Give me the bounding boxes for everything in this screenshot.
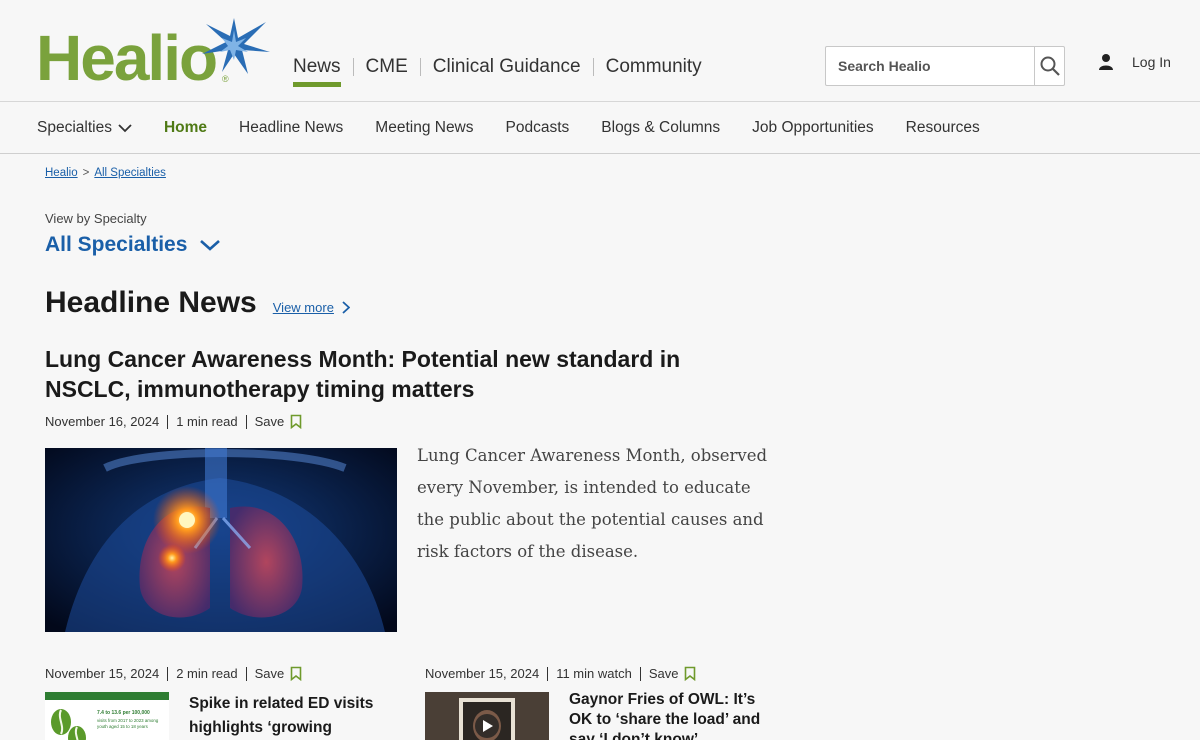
chevron-right-icon <box>342 301 350 314</box>
subnav-label: Specialties <box>37 119 112 136</box>
nav-divider <box>419 58 421 76</box>
read-time: 1 min read <box>176 414 238 429</box>
card-thumbnail[interactable]: The rates of caffeine-related ED visits … <box>45 692 169 740</box>
bookmark-icon <box>685 666 696 681</box>
thumb-heading: The rates of caffeine-related ED visits … <box>61 693 153 698</box>
logo-star-icon <box>202 18 270 74</box>
article-date: November 16, 2024 <box>45 414 160 429</box>
section-header: Headline News View more <box>45 286 350 320</box>
subnav-specialties[interactable]: Specialties <box>37 119 132 137</box>
nav-divider <box>352 58 354 76</box>
video-thumbnail[interactable] <box>425 692 549 740</box>
main-nav: News CME Clinical Guidance Community <box>293 54 702 87</box>
nav-cme[interactable]: CME <box>366 55 408 79</box>
view-more-link[interactable]: View more <box>273 300 350 315</box>
card-title[interactable]: Gaynor Fries of OWL: It’s OK to ‘share t… <box>569 690 779 740</box>
bookmark-icon <box>290 414 302 429</box>
lead-article-summary: Lung Cancer Awareness Month, observed ev… <box>417 446 768 561</box>
subnav-headline-news[interactable]: Headline News <box>239 119 343 137</box>
lead-article-title[interactable]: Lung Cancer Awareness Month: Potential n… <box>45 344 765 404</box>
site-header: Healio ® News CME Clinical Guidance Comm… <box>0 0 1200 102</box>
search-button[interactable] <box>1034 47 1064 85</box>
article-date: November 15, 2024 <box>425 666 540 681</box>
save-button[interactable]: Save <box>649 666 697 681</box>
search-box <box>825 46 1065 86</box>
card-meta: November 15, 2024 11 min watch Save <box>425 666 696 681</box>
read-time: 2 min read <box>176 666 238 681</box>
chevron-down-icon <box>118 124 132 133</box>
article-date: November 15, 2024 <box>45 666 160 681</box>
lead-article-meta: November 16, 2024 1 min read Save <box>45 414 302 429</box>
breadcrumb-current[interactable]: All Specialties <box>94 167 166 179</box>
meta-divider <box>245 414 247 429</box>
section-title: Headline News <box>45 286 257 319</box>
lead-article-image[interactable] <box>45 448 397 632</box>
lungs-illustration <box>45 448 397 632</box>
meta-divider <box>167 666 169 681</box>
logo-wordmark: Healio <box>36 22 218 94</box>
sub-nav: Specialties Home Headline News Meeting N… <box>0 102 1200 154</box>
save-label: Save <box>648 666 679 681</box>
meta-divider <box>639 666 641 681</box>
breadcrumb-home[interactable]: Healio <box>45 167 78 179</box>
subnav-blogs-columns[interactable]: Blogs & Columns <box>601 119 720 137</box>
view-more-label: View more <box>272 300 334 315</box>
login-link[interactable]: Log In <box>1098 53 1171 71</box>
nav-clinical-guidance[interactable]: Clinical Guidance <box>433 55 581 79</box>
meta-divider <box>547 666 549 681</box>
nav-community[interactable]: Community <box>606 55 702 79</box>
watch-time: 11 min watch <box>556 666 632 681</box>
meta-divider <box>167 414 169 429</box>
video-still <box>425 692 549 740</box>
specialty-dropdown[interactable]: All Specialties <box>45 233 221 257</box>
save-button[interactable]: Save <box>255 414 303 429</box>
specialty-value: All Specialties <box>45 233 188 256</box>
meta-divider <box>245 666 247 681</box>
login-label: Log In <box>1132 54 1171 70</box>
breadcrumb: Healio > All Specialties <box>45 167 166 179</box>
specialty-label: View by Specialty <box>45 211 147 226</box>
search-input[interactable] <box>826 47 1034 85</box>
search-icon <box>1040 56 1060 76</box>
chevron-down-icon <box>200 240 221 251</box>
subnav-podcasts[interactable]: Podcasts <box>506 119 570 137</box>
nav-news[interactable]: News <box>293 55 341 87</box>
card-title[interactable]: Spike in related ED visits highlights ‘g… <box>189 692 389 740</box>
card-meta: November 15, 2024 2 min read Save <box>45 666 302 681</box>
subnav-meeting-news[interactable]: Meeting News <box>375 119 473 137</box>
bookmark-icon <box>290 666 302 681</box>
subnav-job-opportunities[interactable]: Job Opportunities <box>752 119 874 137</box>
thumb-stat-caption: visits from 2017 to 2023 among youth age… <box>97 718 159 729</box>
save-label: Save <box>254 666 285 681</box>
registered-mark: ® <box>222 74 229 84</box>
subnav-resources[interactable]: Resources <box>906 119 980 137</box>
subnav-home[interactable]: Home <box>164 119 207 137</box>
save-label: Save <box>254 414 285 429</box>
breadcrumb-separator: > <box>82 167 90 179</box>
nav-divider <box>592 58 594 76</box>
save-button[interactable]: Save <box>255 666 303 681</box>
thumb-stat: 7.4 to 13.6 per 100,000 <box>97 710 150 716</box>
healio-logo[interactable]: Healio ® <box>36 16 276 92</box>
user-icon <box>1099 54 1113 70</box>
